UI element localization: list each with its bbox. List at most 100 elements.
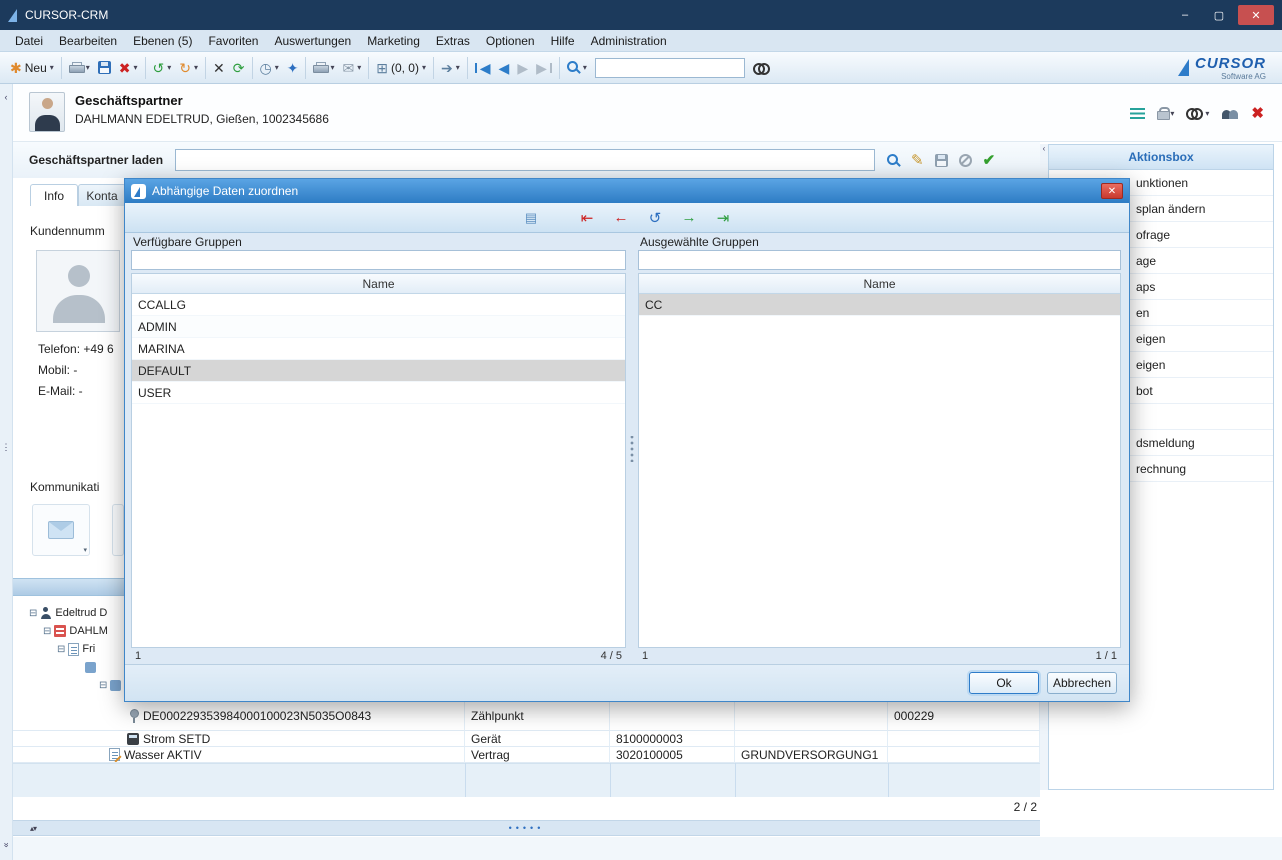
- tree-item-account[interactable]: ⊟ DAHLM: [13, 622, 123, 640]
- table-row-cell[interactable]: [888, 747, 1040, 763]
- phone-tile-partial[interactable]: [112, 504, 124, 556]
- table-row-cell[interactable]: GRUNDVERSORGUNG1: [735, 747, 888, 763]
- search-button[interactable]: [749, 55, 774, 81]
- maximize-button[interactable]: ▢: [1204, 5, 1234, 25]
- table-row-cell[interactable]: [888, 731, 1040, 747]
- tab-info[interactable]: Info: [30, 184, 78, 206]
- move-left-icon[interactable]: ←: [608, 207, 634, 229]
- nav-last-button[interactable]: ▶: [532, 55, 556, 81]
- nav-prev-button[interactable]: ◀: [495, 55, 514, 81]
- clear-button[interactable]: ✕: [209, 55, 229, 81]
- table-row-cell[interactable]: Zählpunkt: [465, 702, 610, 731]
- undo-icon[interactable]: ↺: [642, 207, 668, 229]
- tree-item-node[interactable]: ⊟: [13, 676, 123, 694]
- tree-item-contract[interactable]: ⊟ Fri: [13, 640, 123, 658]
- refresh-button[interactable]: ⟳: [229, 55, 249, 81]
- drag-dots-icon[interactable]: ⋮: [2, 442, 11, 453]
- table-row-cell[interactable]: Gerät: [465, 731, 610, 747]
- close-record-icon[interactable]: ✖: [1251, 104, 1264, 122]
- move-right-icon[interactable]: →: [676, 207, 702, 229]
- search-icon[interactable]: [887, 154, 900, 167]
- table-row-cell[interactable]: Strom SETD: [13, 731, 465, 747]
- table-row-cell[interactable]: Wasser AKTIV: [13, 747, 465, 763]
- collapse-bottom-icon[interactable]: «: [1, 842, 11, 847]
- tree-collapse-icon[interactable]: ⊟: [99, 680, 107, 691]
- collapse-left-icon[interactable]: ‹: [5, 92, 8, 102]
- export-button[interactable]: ➔ ▾: [437, 55, 464, 81]
- table-row-cell[interactable]: [735, 702, 888, 731]
- history-button[interactable]: ◷ ▾: [256, 55, 283, 81]
- cancel-button[interactable]: Abbrechen: [1047, 672, 1117, 694]
- tree-collapse-icon[interactable]: ⊟: [29, 608, 37, 619]
- columns-icon[interactable]: ▤: [518, 207, 544, 229]
- table-row-cell[interactable]: Vertrag: [465, 747, 610, 763]
- list-item[interactable]: USER: [132, 382, 625, 404]
- menu-item-auswertungen[interactable]: Auswertungen: [267, 32, 358, 50]
- tree-item-partner[interactable]: ⊟ Edeltrud D: [13, 604, 123, 622]
- print-button[interactable]: ▾: [65, 55, 94, 81]
- delete-button[interactable]: ✖ ▾: [115, 55, 142, 81]
- fax-button[interactable]: ▾: [309, 55, 338, 81]
- dialog-splitter[interactable]: [626, 233, 638, 664]
- move-all-right-icon[interactable]: ⇥: [710, 207, 736, 229]
- selected-filter-input[interactable]: [638, 250, 1121, 270]
- menu-item-administration[interactable]: Administration: [584, 32, 674, 50]
- table-row-cell[interactable]: DE000229353984000100023N5035O0843: [13, 702, 465, 731]
- menu-item-favoriten[interactable]: Favoriten: [201, 32, 265, 50]
- tab-kontakt[interactable]: Konta: [78, 184, 126, 206]
- coords-button[interactable]: ⊞ (0, 0) ▾: [372, 55, 430, 81]
- table-row-cell[interactable]: 3020100005: [610, 747, 735, 763]
- record-search-button[interactable]: ▾: [1186, 108, 1209, 118]
- menu-item-extras[interactable]: Extras: [429, 32, 477, 50]
- partner-load-input[interactable]: [175, 149, 875, 171]
- undo-button[interactable]: ↺ ▾: [149, 55, 176, 81]
- menu-item-datei[interactable]: Datei: [8, 32, 50, 50]
- available-filter-input[interactable]: [131, 250, 626, 270]
- menu-item-optionen[interactable]: Optionen: [479, 32, 542, 50]
- wizard-button[interactable]: ✦: [283, 55, 303, 81]
- list-item[interactable]: ADMIN: [132, 316, 625, 338]
- redo-button[interactable]: ↻ ▾: [175, 55, 202, 81]
- tree-collapse-icon[interactable]: ⊟: [43, 626, 51, 637]
- confirm-check-icon[interactable]: ✔: [983, 153, 996, 168]
- tree-item-node[interactable]: [13, 658, 123, 676]
- contacts-icon[interactable]: [1221, 107, 1239, 119]
- menu-list-icon[interactable]: [1130, 108, 1145, 119]
- menu-item-hilfe[interactable]: Hilfe: [544, 32, 582, 50]
- column-header-name[interactable]: Name: [132, 274, 625, 294]
- lock-button[interactable]: ▾: [1157, 107, 1174, 120]
- quick-search-input[interactable]: [595, 58, 745, 78]
- menu-item-bearbeiten[interactable]: Bearbeiten: [52, 32, 124, 50]
- list-item-selected[interactable]: CC: [639, 294, 1120, 316]
- table-row-cell[interactable]: [735, 731, 888, 747]
- menu-item-ebenen[interactable]: Ebenen (5): [126, 32, 199, 50]
- column-header-name[interactable]: Name: [639, 274, 1120, 294]
- dialog-close-button[interactable]: ✕: [1101, 183, 1123, 199]
- person-search-button[interactable]: ▾: [563, 55, 591, 81]
- cancel-block-icon[interactable]: [959, 154, 972, 167]
- minimize-button[interactable]: –: [1170, 5, 1200, 25]
- save-button[interactable]: [94, 55, 115, 81]
- close-button[interactable]: ✕: [1238, 5, 1274, 25]
- left-collapse-strip[interactable]: ‹ ⋮ «: [0, 84, 13, 860]
- edit-pencil-icon[interactable]: ✎: [911, 153, 924, 168]
- list-item-selected[interactable]: DEFAULT: [132, 360, 625, 382]
- mail-button[interactable]: ✉ ▾: [338, 55, 365, 81]
- sort-arrows-icon[interactable]: ▴▾: [30, 824, 36, 833]
- save-disabled-icon[interactable]: [935, 154, 948, 167]
- table-row-cell[interactable]: 000229: [888, 702, 1040, 731]
- menu-item-marketing[interactable]: Marketing: [360, 32, 427, 50]
- ok-button[interactable]: Ok: [969, 672, 1039, 694]
- mail-tile[interactable]: ▾: [32, 504, 90, 556]
- move-all-left-icon[interactable]: ⇤: [574, 207, 600, 229]
- new-button[interactable]: ✱ Neu ▾: [6, 55, 58, 81]
- nav-first-button[interactable]: ◀: [471, 55, 495, 81]
- nav-next-button[interactable]: ▶: [513, 55, 532, 81]
- collapse-right-icon[interactable]: ‹: [1043, 144, 1046, 153]
- table-row-cell[interactable]: [610, 702, 735, 731]
- list-item[interactable]: MARINA: [132, 338, 625, 360]
- table-row-cell[interactable]: 8100000003: [610, 731, 735, 747]
- tree-collapse-icon[interactable]: ⊟: [57, 644, 65, 655]
- horizontal-splitter[interactable]: ▴▾ •••••: [13, 820, 1040, 836]
- list-item[interactable]: CCALLG: [132, 294, 625, 316]
